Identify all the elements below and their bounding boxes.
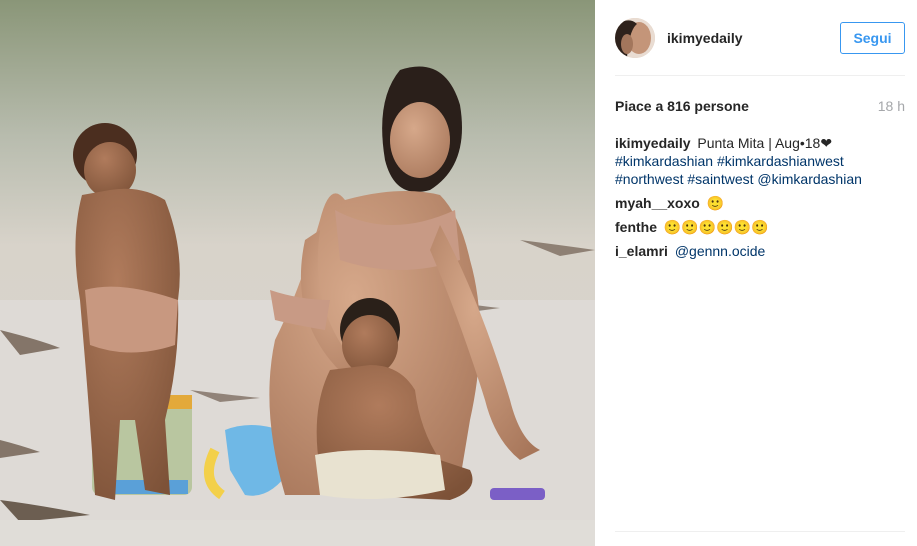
comment-item: i_elamri @gennn.ocide [615,242,905,260]
post-time[interactable]: 18 h [878,98,905,114]
caption-hashtags: #kimkardashian #kimkardashianwest #north… [615,152,905,188]
caption: ikimyedaily Punta Mita | Aug•18❤ #kimkar… [615,134,905,188]
caption-text: Punta Mita | Aug•18❤ [697,135,833,151]
comment-username[interactable]: i_elamri [615,243,668,259]
avatar[interactable] [615,17,655,58]
mention-link[interactable]: @kimkardashian [757,171,861,187]
hashtag-link[interactable]: #saintwest [687,171,753,187]
comment-mention-link[interactable]: @gennn.ocide [675,243,766,259]
instagram-post: ikimyedaily Segui Piace a 816 persone 18… [0,0,917,546]
profile-photo-icon [615,17,655,58]
comment-item: fenthe 🙂🙂🙂🙂🙂🙂 [615,218,905,236]
comment-text: 🙂🙂🙂🙂🙂🙂 [663,219,769,235]
beach-photo-illustration [0,0,595,546]
comment-username[interactable]: fenthe [615,219,657,235]
post-header: ikimyedaily Segui [615,0,905,76]
hashtag-link[interactable]: #kimkardashianwest [717,153,844,169]
username-link[interactable]: ikimyedaily [667,30,840,46]
caption-username[interactable]: ikimyedaily [615,135,691,151]
likes-count[interactable]: Piace a 816 persone [615,98,749,114]
hashtag-link[interactable]: #northwest [615,171,683,187]
comment-username[interactable]: myah__xoxo [615,195,700,211]
comment-divider [615,531,905,532]
comments-list: ikimyedaily Punta Mita | Aug•18❤ #kimkar… [615,134,905,260]
follow-button[interactable]: Segui [840,21,905,54]
comment-item: myah__xoxo 🙂 [615,194,905,212]
post-photo[interactable] [0,0,595,546]
hashtag-link[interactable]: #kimkardashian [615,153,713,169]
post-side-panel: ikimyedaily Segui Piace a 816 persone 18… [595,0,917,546]
comment-text: 🙂 [706,195,725,211]
post-stats: Piace a 816 persone 18 h [615,76,905,134]
